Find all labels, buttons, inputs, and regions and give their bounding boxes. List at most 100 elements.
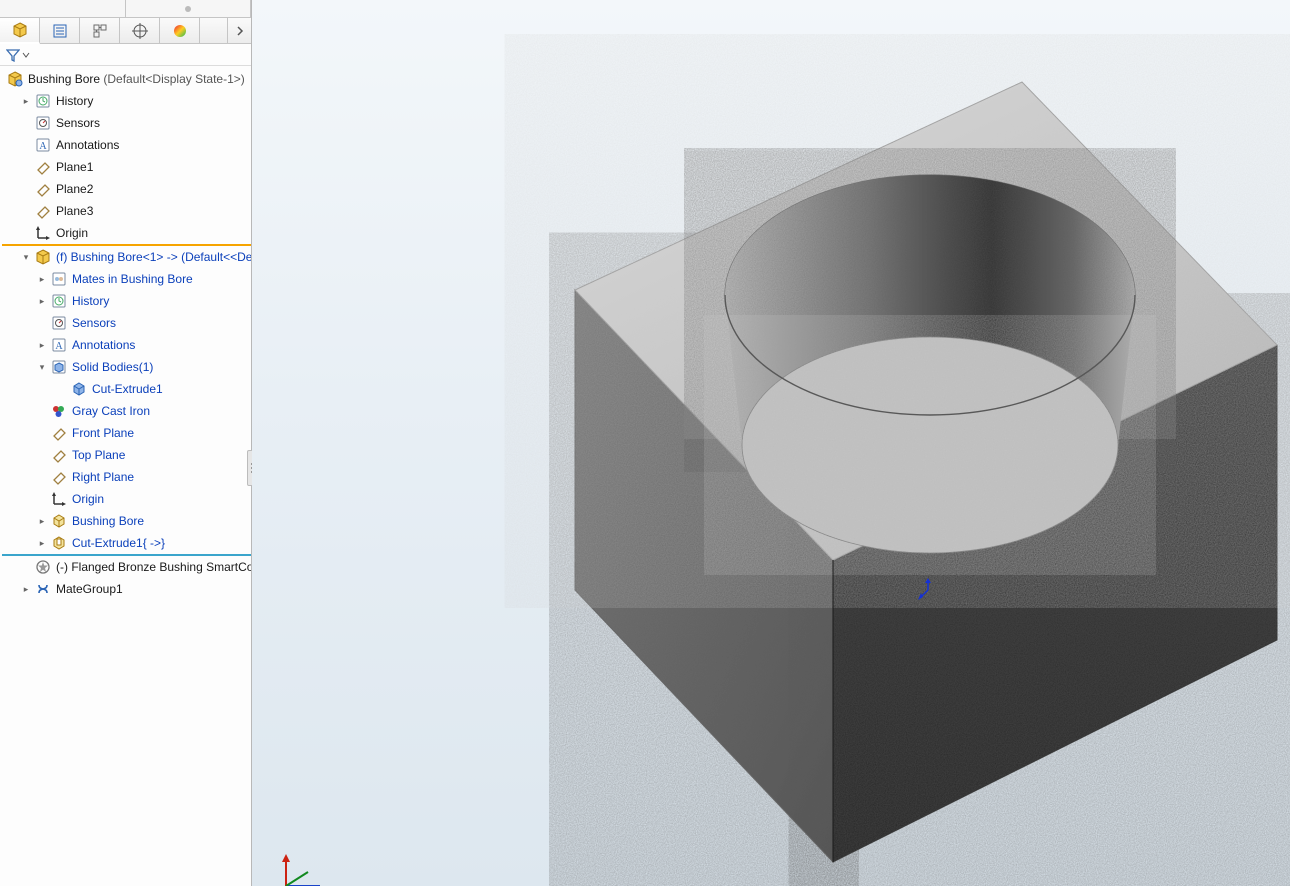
- expander-icon[interactable]: [36, 427, 48, 439]
- tab-display-manager[interactable]: [160, 18, 200, 43]
- tree-row-label: Annotations: [72, 338, 135, 352]
- chevron-down-icon[interactable]: [22, 51, 30, 59]
- expander-icon[interactable]: [36, 317, 48, 329]
- feature-manager-panel: Bushing Bore (Default<Display State-1>) …: [0, 0, 252, 886]
- tree-row-label: MateGroup1: [56, 582, 123, 596]
- expander-icon[interactable]: [20, 183, 32, 195]
- expander-icon[interactable]: [36, 471, 48, 483]
- tree-row[interactable]: Right Plane: [2, 466, 251, 488]
- tab-dimxpert[interactable]: [120, 18, 160, 43]
- origin-cursor-icon: [917, 578, 939, 600]
- tree-row[interactable]: Gray Cast Iron: [2, 400, 251, 422]
- model-render: [252, 0, 1290, 886]
- expander-icon[interactable]: [20, 205, 32, 217]
- tree-row[interactable]: Cut-Extrude1: [2, 378, 251, 400]
- tree-row[interactable]: Sensors: [2, 312, 251, 334]
- expander-icon[interactable]: ▸: [20, 583, 32, 595]
- svg-text:A: A: [39, 141, 47, 152]
- mates-icon: [50, 270, 68, 288]
- annotations-icon: A: [34, 136, 52, 154]
- expander-icon[interactable]: ▸: [36, 295, 48, 307]
- tree-row[interactable]: ▾ Solid Bodies(1): [2, 356, 251, 378]
- tree-row-label: Origin: [72, 492, 104, 506]
- tab-overflow[interactable]: [227, 18, 251, 43]
- expander-icon[interactable]: ▾: [36, 361, 48, 373]
- mini-tab-1[interactable]: [0, 0, 126, 17]
- expander-icon[interactable]: [20, 227, 32, 239]
- tree-row-label: Plane1: [56, 160, 93, 174]
- tree-row[interactable]: Top Plane: [2, 444, 251, 466]
- tree-row[interactable]: ▸ Bushing Bore: [2, 510, 251, 532]
- tree-row[interactable]: Sensors: [2, 112, 251, 134]
- tree-row-label: Annotations: [56, 138, 119, 152]
- plane-icon: [34, 158, 52, 176]
- tree-row[interactable]: ▸ History: [2, 290, 251, 312]
- tree-row-label: Top Plane: [72, 448, 125, 462]
- expander-icon[interactable]: ▸: [36, 339, 48, 351]
- plane-icon: [34, 180, 52, 198]
- expander-icon[interactable]: ▾: [20, 251, 32, 263]
- tree-row[interactable]: Plane3: [2, 200, 251, 222]
- feature-tree: Bushing Bore (Default<Display State-1>) …: [0, 66, 251, 602]
- tree-row-label: Plane3: [56, 204, 93, 218]
- expander-icon[interactable]: [56, 383, 68, 395]
- dot-icon: [185, 6, 191, 12]
- panel-mini-tabs: [0, 0, 251, 18]
- tree-row-label: (f) Bushing Bore<1> -> (Default<<Def: [56, 250, 251, 264]
- tree-row-label: Plane2: [56, 182, 93, 196]
- tree-root[interactable]: Bushing Bore (Default<Display State-1>): [2, 68, 251, 90]
- tree-row[interactable]: ▸ Mates in Bushing Bore: [2, 268, 251, 290]
- filter-bar: [0, 44, 251, 66]
- part-icon: [34, 248, 52, 266]
- expander-icon[interactable]: ▸: [20, 95, 32, 107]
- tree-row-label: Bushing Bore: [72, 514, 144, 528]
- tab-property-manager[interactable]: [40, 18, 80, 43]
- expander-icon[interactable]: [20, 561, 32, 573]
- tree-row-label: History: [56, 94, 93, 108]
- tree-row[interactable]: (-) Flanged Bronze Bushing SmartCom: [2, 556, 251, 578]
- tree-row[interactable]: ▸ History: [2, 90, 251, 112]
- tab-configuration-manager[interactable]: [80, 18, 120, 43]
- tree-row[interactable]: Plane2: [2, 178, 251, 200]
- expander-icon[interactable]: ▸: [36, 515, 48, 527]
- tab-feature-manager[interactable]: [0, 18, 40, 44]
- plane-icon: [50, 424, 68, 442]
- config-icon: [92, 23, 108, 39]
- tree-row[interactable]: Origin: [2, 222, 251, 244]
- expander-icon[interactable]: [36, 449, 48, 461]
- history-icon: [34, 92, 52, 110]
- property-icon: [52, 23, 68, 39]
- tree-row-label: Front Plane: [72, 426, 134, 440]
- tree-row[interactable]: Front Plane: [2, 422, 251, 444]
- tree-row[interactable]: ▸ Cut-Extrude1{ ->}: [2, 532, 251, 554]
- tree-row-label: Right Plane: [72, 470, 134, 484]
- tree-root-label: Bushing Bore (Default<Display State-1>): [28, 72, 245, 86]
- body-icon: [70, 380, 88, 398]
- expander-icon[interactable]: ▸: [36, 273, 48, 285]
- tree-row[interactable]: ▾ (f) Bushing Bore<1> -> (Default<<Def: [2, 246, 251, 268]
- tree-row[interactable]: A Annotations: [2, 134, 251, 156]
- expander-icon[interactable]: ▸: [36, 537, 48, 549]
- expander-icon[interactable]: [36, 493, 48, 505]
- tree-row[interactable]: ▸ A Annotations: [2, 334, 251, 356]
- plane-icon: [50, 446, 68, 464]
- funnel-icon[interactable]: [6, 48, 20, 62]
- appearance-icon: [172, 23, 188, 39]
- expander-icon[interactable]: [20, 139, 32, 151]
- expander-icon[interactable]: [36, 405, 48, 417]
- tree-row[interactable]: Origin: [2, 488, 251, 510]
- origin-icon: [34, 224, 52, 242]
- origin-icon: [50, 490, 68, 508]
- tree-row[interactable]: Plane1: [2, 156, 251, 178]
- tree-row-label: History: [72, 294, 109, 308]
- mategroup-icon: [34, 580, 52, 598]
- plane-icon: [50, 468, 68, 486]
- graphics-viewport[interactable]: [252, 0, 1290, 886]
- expander-icon[interactable]: [20, 161, 32, 173]
- svg-text:A: A: [55, 341, 63, 352]
- assembly-icon: [6, 70, 24, 88]
- tree-row-label: Gray Cast Iron: [72, 404, 150, 418]
- mini-tab-2[interactable]: [126, 0, 252, 17]
- tree-row[interactable]: ▸ MateGroup1: [2, 578, 251, 600]
- expander-icon[interactable]: [20, 117, 32, 129]
